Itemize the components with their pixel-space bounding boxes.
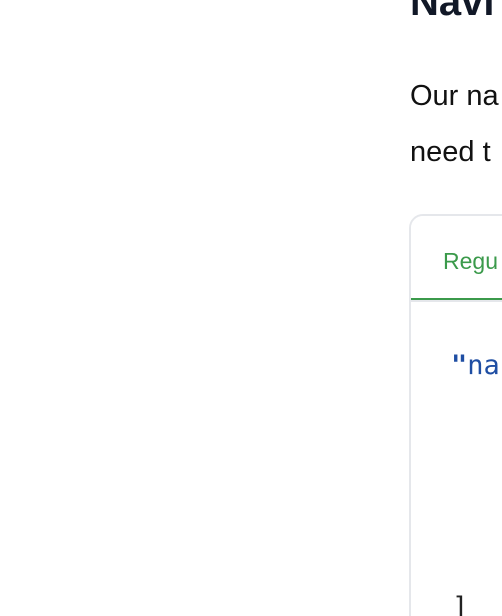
intro-paragraph: Our na need t xyxy=(410,68,502,180)
code-closing-bracket: ] xyxy=(452,592,469,616)
code-string-quote: " xyxy=(451,350,468,381)
code-tab-bar: Regu xyxy=(411,216,502,302)
code-line: "na xyxy=(451,350,500,382)
section-heading: Navi xyxy=(410,0,495,24)
code-string-text: na xyxy=(467,350,500,381)
paragraph-line-2: need t xyxy=(410,136,491,168)
code-block: "na ] xyxy=(411,302,502,616)
page: Navi Our na need t Regu "na ] xyxy=(0,0,502,616)
code-tabs-panel: Regu "na ] xyxy=(409,214,502,616)
tab-regular-label: Regu xyxy=(443,248,498,274)
paragraph-line-1: Our na xyxy=(410,80,499,112)
tab-regular[interactable]: Regu xyxy=(411,216,502,300)
